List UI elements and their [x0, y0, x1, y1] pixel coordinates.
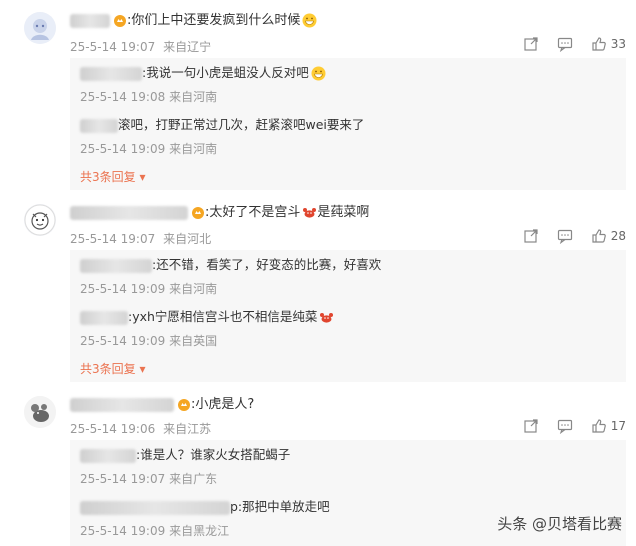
caret-down-icon: ▾ — [139, 170, 146, 184]
grin-emoji — [311, 66, 326, 81]
comment-date: 25-5-14 19:07 — [70, 40, 156, 54]
like-icon — [591, 418, 607, 434]
comment-text-after: 是莼菜啊 — [317, 205, 370, 220]
comment-button[interactable] — [557, 228, 573, 244]
reply-text-line: 滚吧，打野正常过几次，赶紧滚吧wei要来了 — [80, 116, 364, 134]
vip-badge-icon — [113, 14, 127, 28]
comment-icon — [557, 228, 573, 244]
comment-icon — [557, 418, 573, 434]
vip-badge-icon — [191, 206, 205, 220]
username-redacted[interactable] — [80, 448, 136, 463]
reply-text: :还不错，看笑了，好变态的比赛，好喜欢 — [152, 257, 382, 272]
like-button[interactable]: 17 — [591, 418, 626, 434]
username-redacted[interactable] — [80, 66, 142, 81]
reply-text: :我说一句小虎是蛆没人反对吧 — [142, 65, 309, 80]
reply-date: 25-5-14 19:07 — [80, 472, 166, 486]
reply-text-line: :谁是人？谁家火女搭配蝎子 — [80, 446, 290, 464]
reply-date: 25-5-14 19:09 — [80, 334, 166, 348]
reply-date: 25-5-14 19:09 — [80, 282, 166, 296]
reply-meta: 25-5-14 19:09 来自英国 — [80, 332, 217, 349]
comment-button[interactable] — [557, 36, 573, 52]
comment-actions: 33 — [505, 36, 626, 52]
like-icon — [591, 36, 607, 52]
reply-box: :还不错，看笑了，好变态的比赛，好喜欢 25-5-14 19:09 来自河南 :… — [70, 250, 626, 382]
reply-box: :我说一句小虎是蛆没人反对吧 25-5-14 19:08 来自河南 滚吧，打野正… — [70, 58, 626, 190]
username-redacted[interactable] — [70, 13, 110, 28]
comment-text-line: :太好了不是宫斗 是莼菜啊 — [70, 204, 369, 222]
avatar[interactable] — [24, 12, 56, 44]
comment-date: 25-5-14 19:07 — [70, 232, 156, 246]
like-count: 33 — [610, 37, 626, 51]
more-replies-label: 共3条回复 — [80, 170, 136, 184]
reply-text: :yxh宁愿相信宫斗也不相信是纯菜 — [128, 309, 318, 324]
comment-date: 25-5-14 19:06 — [70, 422, 156, 436]
reply-text-line: :我说一句小虎是蛆没人反对吧 — [80, 64, 326, 82]
comment-actions: 17 — [505, 418, 626, 434]
reply-location: 来自广东 — [169, 472, 218, 486]
comment-text-line: :小虎是人? — [70, 396, 254, 414]
username-redacted[interactable] — [70, 397, 174, 412]
comment-actions: 28 — [505, 228, 626, 244]
share-icon — [523, 418, 539, 434]
avatar[interactable] — [24, 204, 56, 236]
share-icon — [523, 228, 539, 244]
comment-text: :你们上中还要发疯到什么时候 — [127, 13, 301, 28]
comment-location: 来自河北 — [163, 232, 212, 246]
caret-down-icon: ▾ — [139, 362, 146, 376]
share-icon — [523, 36, 539, 52]
username-redacted[interactable] — [70, 205, 188, 220]
comment-location: 来自辽宁 — [163, 40, 212, 54]
crab-emoji — [319, 310, 334, 325]
comment-icon — [557, 36, 573, 52]
username-redacted[interactable] — [80, 500, 230, 515]
reply-text: p:那把中单放走吧 — [230, 499, 330, 514]
share-button[interactable] — [523, 418, 539, 434]
reply-location: 来自黑龙江 — [169, 524, 230, 538]
reply-text-line: p:那把中单放走吧 — [80, 498, 330, 516]
comment-meta: 25-5-14 19:06 来自江苏 — [70, 420, 215, 437]
reply-location: 来自英国 — [169, 334, 218, 348]
reply-meta: 25-5-14 19:09 来自黑龙江 — [80, 522, 229, 539]
reply-date: 25-5-14 19:08 — [80, 90, 166, 104]
more-replies-label: 共3条回复 — [80, 362, 136, 376]
reply-date: 25-5-14 19:09 — [80, 142, 166, 156]
username-redacted[interactable] — [80, 118, 118, 133]
like-button[interactable]: 33 — [591, 36, 626, 52]
comment-button[interactable] — [557, 418, 573, 434]
more-replies-link[interactable]: 共3条回复 ▾ — [80, 360, 146, 377]
more-replies-link[interactable]: 共3条回复 ▾ — [80, 168, 146, 185]
avatar[interactable] — [24, 396, 56, 428]
comment-text-line: :你们上中还要发疯到什么时候 — [70, 12, 317, 30]
like-count: 17 — [610, 419, 626, 433]
reply-text: 滚吧，打野正常过几次，赶紧滚吧wei要来了 — [118, 117, 365, 132]
grin-emoji — [302, 13, 317, 28]
vip-badge-icon — [177, 398, 191, 412]
share-button[interactable] — [523, 36, 539, 52]
like-button[interactable]: 28 — [591, 228, 626, 244]
reply-meta: 25-5-14 19:09 来自河南 — [80, 140, 217, 157]
comment-meta: 25-5-14 19:07 来自河北 — [70, 230, 215, 247]
reply-location: 来自河南 — [169, 142, 218, 156]
reply-date: 25-5-14 19:09 — [80, 524, 166, 538]
like-icon — [591, 228, 607, 244]
reply-text: :谁是人？谁家火女搭配蝎子 — [136, 447, 291, 462]
reply-text-line: :yxh宁愿相信宫斗也不相信是纯菜 — [80, 308, 334, 326]
username-redacted[interactable] — [80, 310, 128, 325]
reply-text-line: :还不错，看笑了，好变态的比赛，好喜欢 — [80, 256, 381, 274]
watermark: 头条 @贝塔看比赛 — [497, 515, 622, 533]
reply-location: 来自河南 — [169, 90, 218, 104]
comment-text: :小虎是人? — [191, 397, 255, 412]
comment-text: :太好了不是宫斗 — [205, 205, 301, 220]
reply-meta: 25-5-14 19:09 来自河南 — [80, 280, 217, 297]
reply-meta: 25-5-14 19:08 来自河南 — [80, 88, 217, 105]
like-count: 28 — [610, 229, 626, 243]
share-button[interactable] — [523, 228, 539, 244]
comment-meta: 25-5-14 19:07 来自辽宁 — [70, 38, 215, 55]
username-redacted[interactable] — [80, 258, 152, 273]
reply-meta: 25-5-14 19:07 来自广东 — [80, 470, 217, 487]
crab-emoji — [302, 205, 317, 220]
comment-location: 来自江苏 — [163, 422, 212, 436]
reply-location: 来自河南 — [169, 282, 218, 296]
